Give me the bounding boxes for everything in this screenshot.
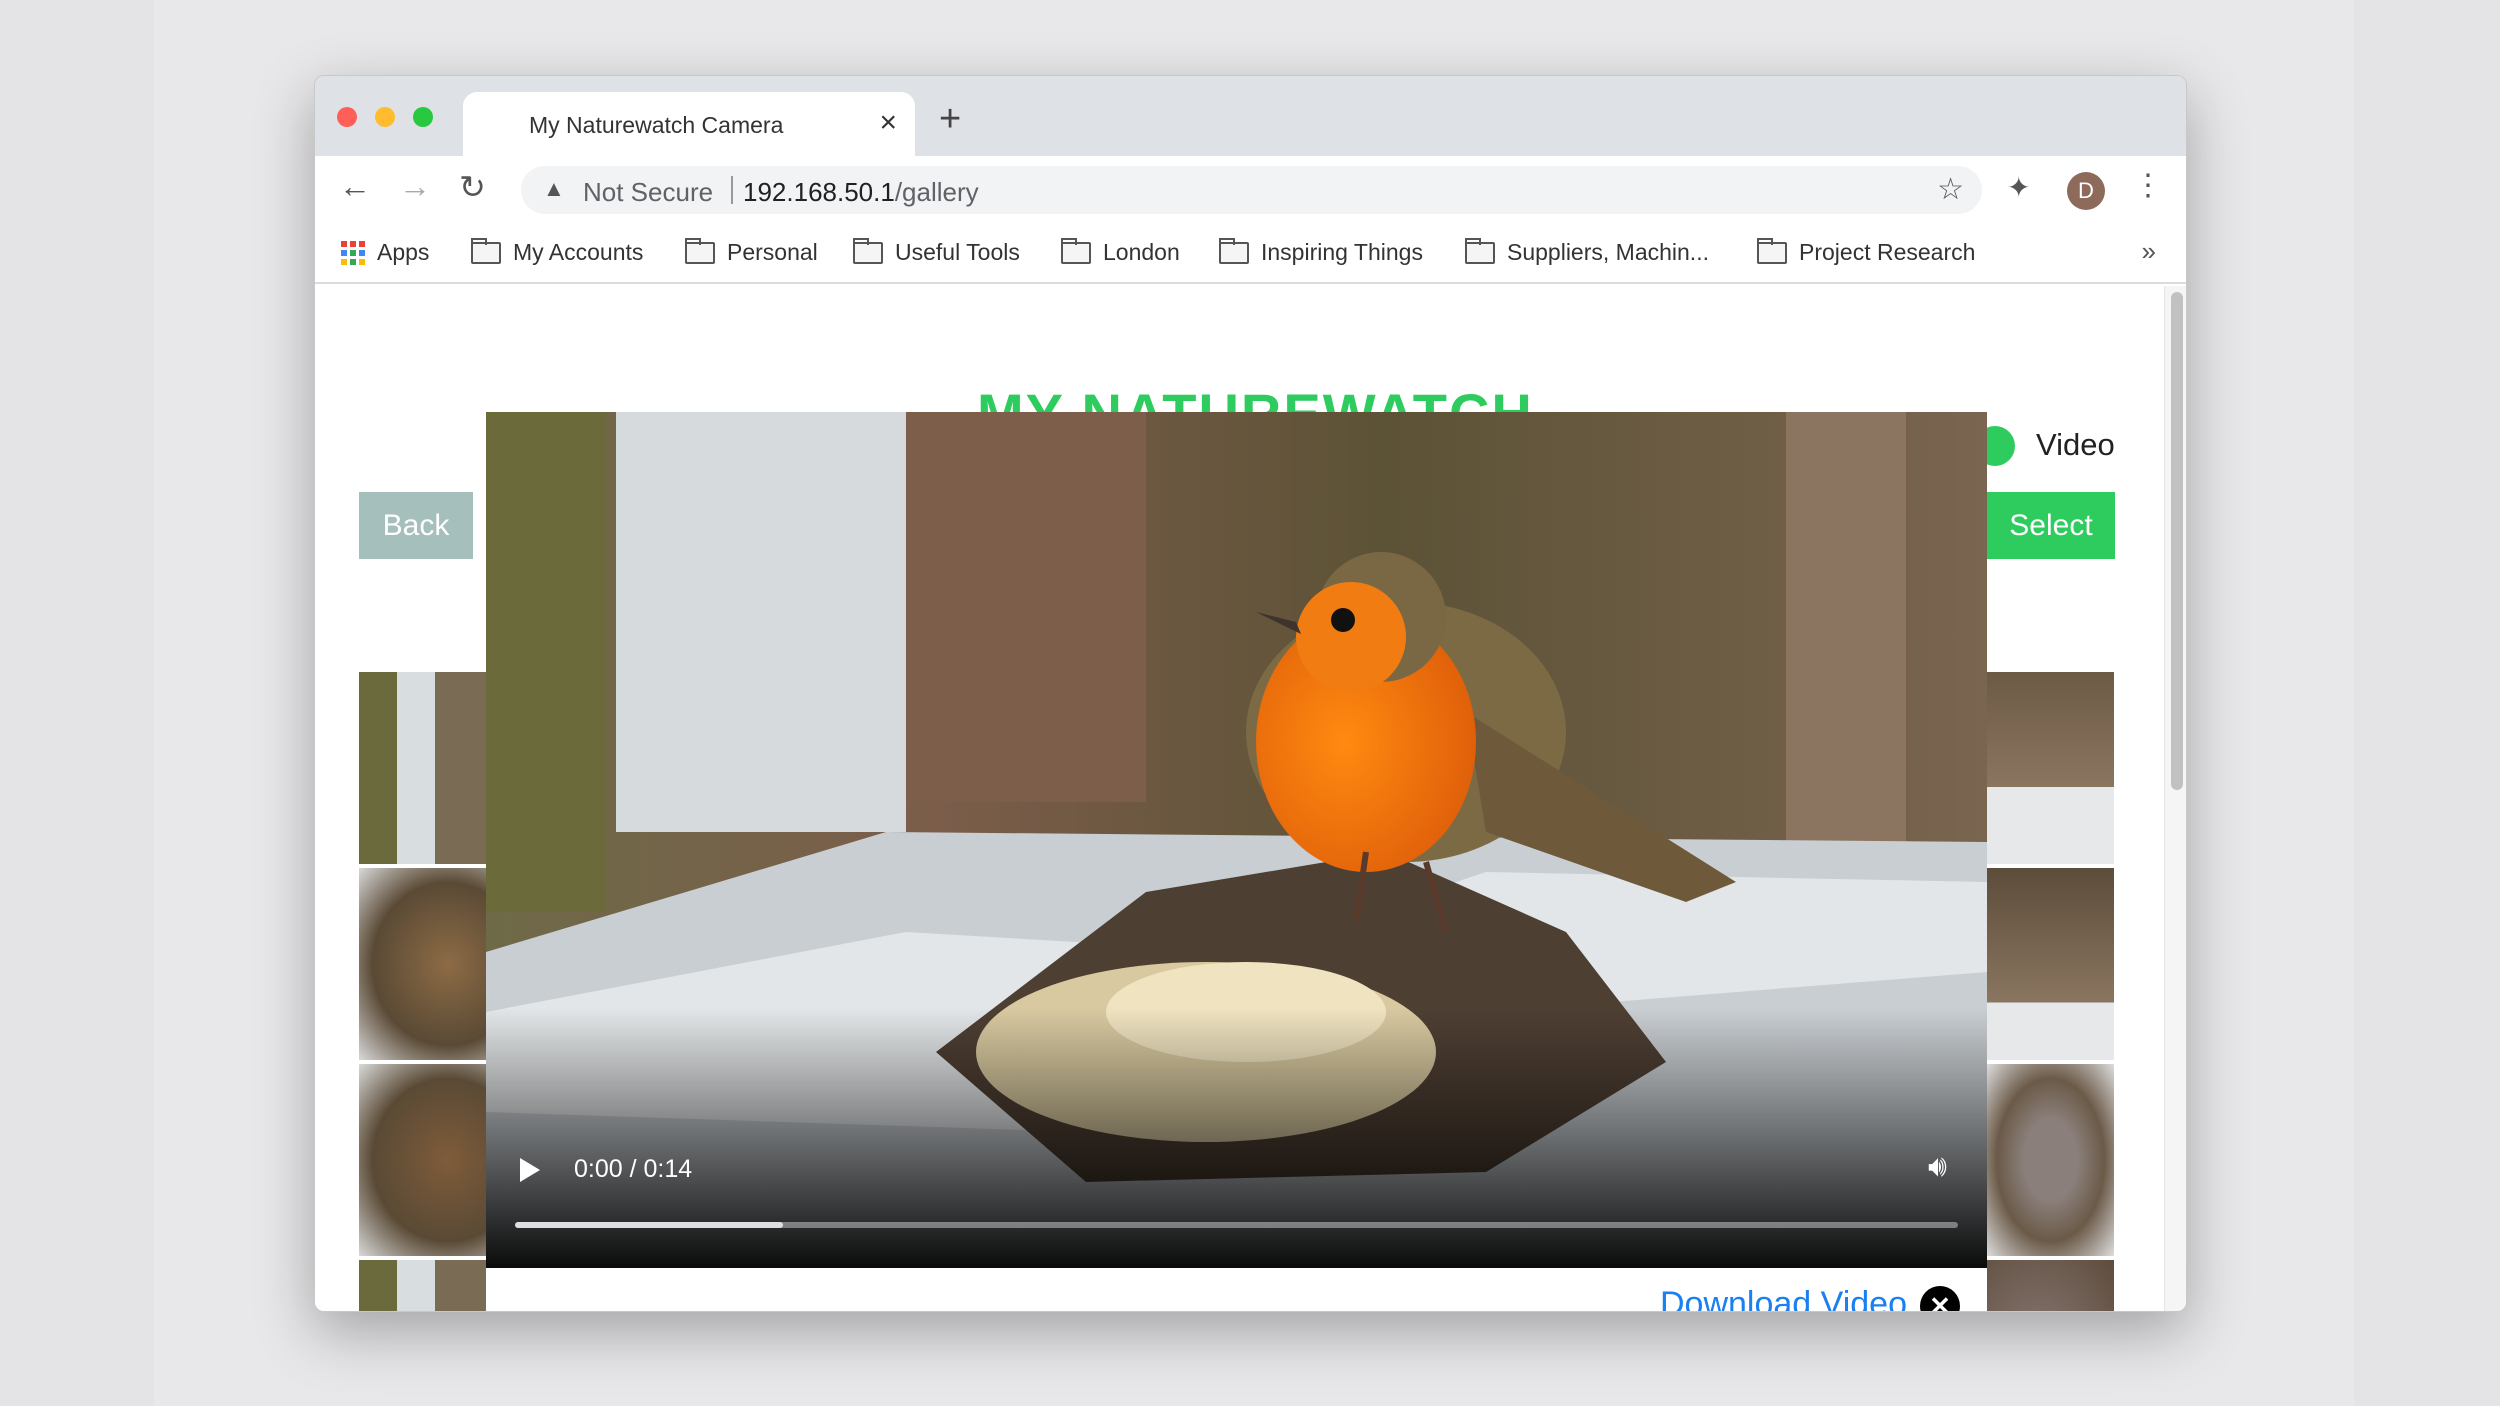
gallery-thumbnail[interactable]: [1987, 868, 2114, 1060]
bookmarks-bar: Apps My Accounts Personal Useful Tools L…: [315, 220, 2186, 284]
bookmark-inspiring-things[interactable]: Inspiring Things: [1219, 237, 1423, 266]
tab-naturewatch[interactable]: My Naturewatch Camera ×: [463, 92, 915, 158]
site-title: MY NATUREWATCH: [977, 388, 1534, 412]
reload-icon[interactable]: ↻: [459, 168, 486, 206]
url-path: /gallery: [894, 177, 979, 207]
bookmark-my-accounts[interactable]: My Accounts: [471, 237, 644, 266]
gallery-thumbnail[interactable]: [359, 1064, 486, 1256]
close-tab-icon[interactable]: ×: [879, 106, 897, 140]
folder-icon: [1757, 237, 1787, 264]
gallery-thumbnail[interactable]: [1987, 1064, 2114, 1256]
controls-overlay: [486, 1008, 1987, 1268]
bookmark-suppliers[interactable]: Suppliers, Machin...: [1465, 237, 1709, 266]
gallery-thumbnail[interactable]: [359, 1260, 486, 1311]
folder-icon: [1465, 237, 1495, 264]
bookmark-label: Project Research: [1799, 239, 1976, 265]
video-player[interactable]: 0:00 / 0:14 🔊︎ ⛶ ⋮: [486, 412, 1987, 1268]
kebab-menu-icon[interactable]: ⋮: [2133, 168, 2163, 203]
folder-icon: [471, 237, 501, 264]
bookmark-label: London: [1103, 239, 1180, 265]
bookmark-label: Suppliers, Machin...: [1507, 239, 1709, 265]
volume-icon[interactable]: 🔊︎: [1928, 1150, 1947, 1184]
extensions-puzzle-icon[interactable]: ✦: [2007, 171, 2030, 204]
warning-icon: ▲: [543, 176, 565, 201]
bookmark-star-icon[interactable]: ☆: [1937, 172, 1964, 207]
bookmark-london[interactable]: London: [1061, 237, 1180, 266]
video-toggle-label: Video: [2036, 427, 2115, 462]
minimize-window-button[interactable]: [375, 107, 395, 127]
forward-arrow-icon[interactable]: →: [399, 168, 431, 205]
bookmark-useful-tools[interactable]: Useful Tools: [853, 237, 1020, 266]
profile-avatar[interactable]: D: [2067, 172, 2105, 210]
url-text: 192.168.50.1/gallery: [743, 177, 979, 208]
url-host: 192.168.50.1: [743, 177, 895, 207]
close-window-button[interactable]: [337, 107, 357, 127]
apps-grid-icon: [341, 240, 365, 265]
scrollbar[interactable]: [2164, 286, 2186, 1311]
buffered-bar: [515, 1222, 784, 1228]
folder-icon: [1061, 237, 1091, 264]
bookmark-label: My Accounts: [513, 239, 644, 265]
bookmark-apps[interactable]: Apps: [341, 239, 429, 266]
bookmark-label: Useful Tools: [895, 239, 1020, 265]
play-button[interactable]: [520, 1158, 540, 1182]
divider: [731, 176, 733, 204]
bookmark-label: Apps: [377, 239, 430, 265]
toolbar: ← → ↻ ▲ Not Secure 192.168.50.1/gallery …: [315, 156, 2186, 220]
more-bookmarks-icon[interactable]: »: [2142, 236, 2156, 267]
scrollbar-thumb[interactable]: [2171, 292, 2183, 790]
gallery-thumbnail[interactable]: [359, 868, 486, 1060]
bookmark-label: Inspiring Things: [1261, 239, 1423, 265]
address-bar[interactable]: ▲ Not Secure 192.168.50.1/gallery ☆: [521, 166, 1982, 214]
gallery-thumbnail[interactable]: [1987, 1260, 2114, 1311]
select-button[interactable]: Select: [1987, 492, 2115, 559]
bookmark-project-research[interactable]: Project Research: [1757, 237, 1976, 266]
new-tab-icon[interactable]: +: [939, 98, 961, 141]
gallery-thumbnail[interactable]: [359, 672, 486, 864]
back-button[interactable]: Back: [359, 492, 473, 559]
video-modal: 0:00 / 0:14 🔊︎ ⛶ ⋮ Download Video ✕: [486, 412, 1987, 1311]
back-arrow-icon[interactable]: ←: [339, 168, 371, 205]
gallery-thumbnail[interactable]: [1987, 672, 2114, 864]
close-modal-icon[interactable]: ✕: [1920, 1286, 1960, 1311]
browser-window: My Naturewatch Camera × + ← → ↻ ▲ Not Se…: [314, 75, 2187, 1312]
folder-icon: [853, 237, 883, 264]
download-video-link[interactable]: Download Video: [1660, 1285, 1907, 1311]
tab-strip: My Naturewatch Camera × +: [315, 76, 2186, 158]
folder-icon: [685, 237, 715, 264]
seek-bar[interactable]: [515, 1222, 1958, 1228]
bookmark-personal[interactable]: Personal: [685, 237, 818, 266]
bookmark-label: Personal: [727, 239, 818, 265]
page-content: MY NATUREWATCH Video Back Select: [315, 286, 2186, 1311]
folder-icon: [1219, 237, 1249, 264]
security-label: Not Secure: [583, 177, 714, 207]
time-display: 0:00 / 0:14: [574, 1155, 693, 1183]
maximize-window-button[interactable]: [413, 107, 433, 127]
tab-title: My Naturewatch Camera: [529, 112, 784, 138]
